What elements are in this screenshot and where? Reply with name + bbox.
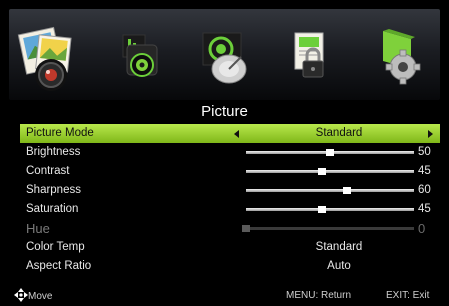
picture-menu-list: Picture Mode Standard Brightness 50 Contrast…: [20, 124, 440, 276]
menu-row-aspect-ratio[interactable]: Aspect Ratio Auto: [20, 257, 440, 276]
slider-knob[interactable]: [326, 149, 334, 156]
menu-row-color-temp[interactable]: Color Temp Standard: [20, 238, 440, 257]
menu-row-hue[interactable]: Hue 0: [20, 219, 440, 238]
option-value: Standard: [315, 241, 363, 253]
menu-row-brightness[interactable]: Brightness 50: [20, 143, 440, 162]
menu-row-label: Sharpness: [26, 184, 81, 196]
slider-knob[interactable]: [342, 187, 351, 194]
menu-row-picture-mode[interactable]: Picture Mode Standard: [20, 124, 440, 143]
menu-row-label: Color Temp: [26, 241, 85, 253]
tab-lock[interactable]: [267, 9, 353, 100]
tab-channel[interactable]: [181, 9, 267, 100]
slider-value: 45: [418, 203, 431, 215]
slider-track[interactable]: [246, 149, 414, 156]
tab-picture[interactable]: [9, 9, 95, 100]
slider-value: 50: [418, 146, 431, 158]
menu-tab-bar: [9, 9, 440, 100]
menu-row-label: Picture Mode: [26, 127, 94, 139]
slider-track[interactable]: [246, 187, 414, 194]
arrow-left-icon[interactable]: [234, 130, 239, 138]
setup-gear-icon: [383, 29, 421, 85]
menu-return-hint: MENU: Return: [286, 290, 352, 301]
menu-row-label: Brightness: [26, 146, 81, 158]
exit-hint: EXIT: Exit: [386, 290, 430, 301]
picture-camera-icon: [17, 26, 72, 91]
slider-knob[interactable]: [242, 225, 250, 232]
menu-row-label: Aspect Ratio: [26, 260, 92, 272]
tab-setup[interactable]: [353, 9, 439, 100]
option-value: Standard: [315, 127, 363, 139]
slider-track[interactable]: [246, 168, 414, 175]
menu-row-label: Contrast: [26, 165, 70, 177]
tab-sound[interactable]: [95, 9, 181, 100]
menu-row-label: Saturation: [26, 203, 79, 215]
slider-value: 0: [418, 221, 426, 236]
slider-track[interactable]: [242, 225, 414, 232]
slider-track[interactable]: [246, 206, 414, 213]
slider-value: 60: [418, 184, 431, 196]
menu-title: Picture: [201, 103, 248, 120]
slider-knob[interactable]: [317, 206, 326, 213]
move-arrows-icon: [14, 288, 28, 302]
option-value: Auto: [327, 260, 351, 272]
menu-row-label: Hue: [26, 221, 50, 236]
move-hint: Move: [14, 288, 52, 305]
menu-row-sharpness[interactable]: Sharpness 60: [20, 181, 440, 200]
tv-osd-screen: Picture Picture Mode Standard Brightness 50…: [0, 0, 449, 306]
footer-hints: Move MENU: Return EXIT: Exit: [14, 288, 440, 304]
move-label: Move: [28, 291, 53, 302]
slider-knob[interactable]: [317, 168, 326, 175]
channel-dish-icon: [202, 32, 247, 84]
menu-row-saturation[interactable]: Saturation 45: [20, 200, 440, 219]
slider-value: 45: [418, 165, 431, 177]
lock-icon: [294, 32, 324, 78]
menu-row-contrast[interactable]: Contrast 45: [20, 162, 440, 181]
sound-speaker-icon: [122, 34, 158, 77]
